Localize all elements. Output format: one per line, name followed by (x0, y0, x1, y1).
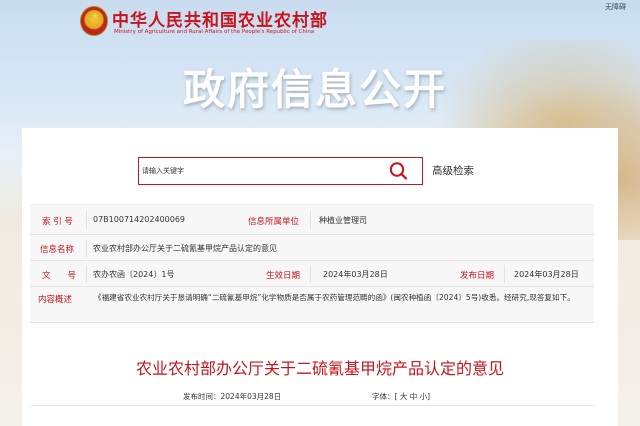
divider (86, 265, 87, 283)
ministry-name[interactable]: 中华人民共和国农业农村部 (112, 6, 328, 31)
info-row: 信息名称 农业农村部办公厅关于二硫氰基甲烷产品认定的意见 (30, 235, 594, 261)
info-row: 文 号 农办农函〔2024〕1号 生效日期 2024年03月28日 发布日期 2… (30, 261, 594, 287)
bracket-close: ] (427, 392, 431, 401)
doc-number-value: 农办农函〔2024〕1号 (93, 270, 175, 279)
doc-number-label: 文 号 (42, 271, 77, 281)
bracket-open: [ (394, 392, 398, 401)
font-size-small-link[interactable]: 小 (420, 392, 428, 401)
ministry-name-english: Ministry of Agriculture and Rural Affair… (114, 29, 315, 35)
divider (504, 265, 505, 283)
accessibility-link[interactable]: 无障碍 (605, 2, 626, 12)
national-emblem-icon: ★ (80, 6, 108, 36)
search-bar (138, 157, 423, 185)
index-number-label: 索 引 号 (42, 217, 73, 227)
search-icon (389, 162, 408, 180)
article-title: 农业农村部办公厅关于二硫氰基甲烷产品认定的意见 (135, 359, 504, 378)
divider (86, 211, 87, 229)
page-headline: 政府信息公开 (183, 65, 448, 114)
info-row: 索 引 号 07B100714202400069 信息所属单位 种植业管理司 (30, 205, 594, 235)
owner-unit-label: 信息所属单位 (248, 217, 300, 227)
info-name-label: 信息名称 (40, 245, 75, 255)
divider (86, 239, 87, 257)
info-table: 索 引 号 07B100714202400069 信息所属单位 种植业管理司 信… (30, 204, 594, 323)
owner-unit-value: 种植业管理司 (319, 216, 367, 225)
font-size-large-link[interactable]: 大 (400, 392, 408, 401)
font-size-controls: 字体：[ 大 中 小] (372, 391, 430, 402)
publish-date-label: 发布日期 (460, 271, 495, 281)
font-size-label: 字体： (372, 392, 395, 401)
divider (310, 265, 311, 283)
effective-date-value: 2024年03月28日 (323, 270, 388, 279)
article-publish-time: 发布时间：2024年03月28日 (183, 392, 282, 401)
summary-label: 内容概述 (38, 295, 73, 305)
effective-date-label: 生效日期 (266, 271, 301, 281)
search-input[interactable] (139, 158, 379, 184)
publish-date-value: 2024年03月28日 (514, 270, 579, 279)
info-name-value: 农业农村部办公厅关于二硫氰基甲烷产品认定的意见 (93, 244, 277, 253)
font-size-medium-link[interactable]: 中 (410, 392, 418, 401)
summary-value: 《福建省农业农村厅关于恳请明确“二硫氰基甲烷”化学物质是否属于农药管理范畴的函》… (94, 293, 575, 302)
search-button[interactable] (388, 161, 410, 181)
divider (30, 405, 594, 406)
divider (310, 211, 311, 229)
info-row: 内容概述 《福建省农业农村厅关于恳请明确“二硫氰基甲烷”化学物质是否属于农药管理… (30, 287, 594, 323)
index-number-value: 07B100714202400069 (93, 215, 186, 224)
advanced-search-link[interactable]: 高级检索 (432, 163, 474, 178)
